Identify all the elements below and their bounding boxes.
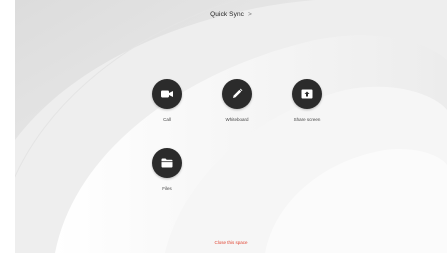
space-title-text: Quick Sync — [210, 11, 245, 18]
folder-icon — [161, 158, 173, 168]
files-button[interactable]: Files — [137, 148, 197, 191]
files-circle[interactable] — [152, 148, 182, 178]
video-camera-icon — [161, 90, 173, 98]
space-window: Quick Sync > Call Whiteboard Share scree… — [15, 0, 447, 253]
share-screen-icon — [301, 89, 313, 98]
chevron-right-icon: > — [247, 11, 252, 18]
call-circle[interactable] — [152, 79, 182, 109]
call-button[interactable]: Call — [137, 79, 197, 122]
background-swirl — [15, 0, 447, 253]
share-screen-circle[interactable] — [292, 79, 322, 109]
whiteboard-button[interactable]: Whiteboard — [207, 79, 267, 122]
whiteboard-circle[interactable] — [222, 79, 252, 109]
files-label: Files — [162, 186, 172, 191]
space-title[interactable]: Quick Sync > — [15, 11, 447, 18]
share-screen-label: Share screen — [293, 117, 321, 122]
close-space-link[interactable]: Close this space — [15, 240, 447, 245]
share-screen-button[interactable]: Share screen — [277, 79, 337, 122]
whiteboard-label: Whiteboard — [225, 117, 249, 122]
call-label: Call — [163, 117, 171, 122]
pencil-icon — [233, 88, 243, 98]
